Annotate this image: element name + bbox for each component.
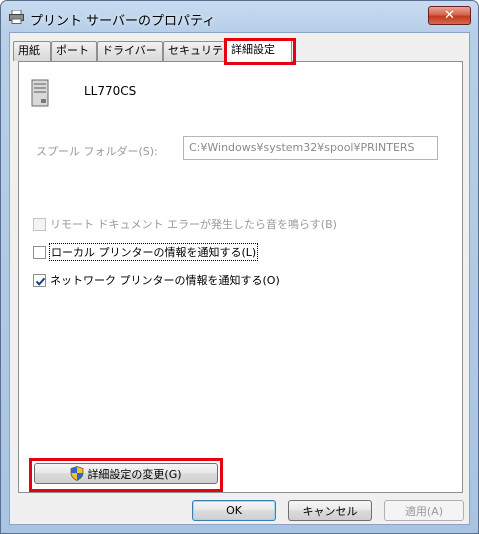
title-bar[interactable]: プリント サーバーのプロパティ ✕ <box>1 1 478 32</box>
cancel-label: キャンセル <box>302 504 358 518</box>
printer-name: LL770CS <box>84 84 137 98</box>
network-printer-notify-checkbox[interactable] <box>33 273 46 287</box>
tab-security[interactable]: セキュリティ <box>163 41 226 61</box>
tab-label: セキュリティ <box>168 44 225 57</box>
tab-label: 用紙 <box>18 44 40 57</box>
tab-strip: 用紙 ポート ドライバー セキュリティ 詳細設定 <box>13 38 468 65</box>
properties-window: プリント サーバーのプロパティ ✕ 用紙 ポート ドライバー セキュリティ 詳細… <box>0 0 479 534</box>
spool-folder-label: スプール フォルダー(S): <box>36 145 158 158</box>
apply-label: 適用(A) <box>404 504 444 518</box>
tab-ports[interactable]: ポート <box>51 41 97 61</box>
window-title: プリント サーバーのプロパティ <box>30 14 216 29</box>
apply-button: 適用(A) <box>384 500 464 521</box>
advanced-tab-highlight <box>224 38 296 65</box>
local-printer-notify-label[interactable]: ローカル プリンターの情報を通知する(L) <box>48 243 259 261</box>
local-printer-notify-checkbox[interactable] <box>33 245 46 259</box>
dialog-client-area: 用紙 ポート ドライバー セキュリティ 詳細設定 <box>9 32 470 525</box>
ok-button[interactable]: OK <box>192 500 276 521</box>
tab-paper[interactable]: 用紙 <box>13 41 51 61</box>
spool-folder-field: C:¥Windows¥system32¥spool¥PRINTERS <box>183 136 438 160</box>
printer-server-icon <box>9 9 24 24</box>
tab-label: ドライバー <box>102 44 157 57</box>
network-printer-notify-label[interactable]: ネットワーク プリンターの情報を通知する(O) <box>50 272 280 288</box>
cancel-button[interactable]: キャンセル <box>288 500 372 521</box>
checkmark-icon <box>35 277 46 286</box>
close-button[interactable]: ✕ <box>428 6 471 25</box>
advanced-settings-panel: LL770CS スプール フォルダー(S): C:¥Windows¥system… <box>18 61 463 493</box>
tab-label: ポート <box>56 44 89 57</box>
change-settings-highlight <box>29 458 223 492</box>
network-printer-notify-option[interactable]: ネットワーク プリンターの情報を通知する(O) <box>33 272 280 288</box>
local-printer-notify-option[interactable]: ローカル プリンターの情報を通知する(L) <box>33 243 259 261</box>
remote-error-beep-checkbox <box>33 217 46 231</box>
close-icon: ✕ <box>444 8 455 23</box>
server-icon <box>31 79 49 107</box>
ok-label: OK <box>226 504 242 517</box>
tab-drivers[interactable]: ドライバー <box>97 41 163 61</box>
remote-error-beep-option: リモート ドキュメント エラーが発生したら音を鳴らす(B) <box>33 216 337 232</box>
remote-error-beep-label: リモート ドキュメント エラーが発生したら音を鳴らす(B) <box>50 218 337 231</box>
